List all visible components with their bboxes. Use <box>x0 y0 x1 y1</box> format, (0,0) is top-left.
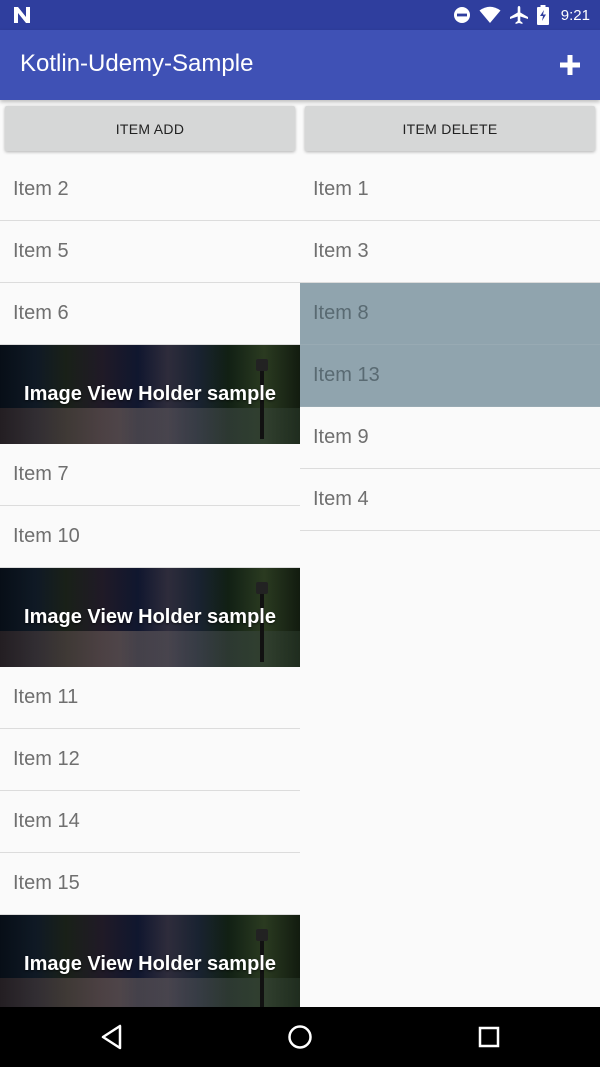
item-add-button[interactable]: ITEM ADD <box>5 106 295 151</box>
plus-icon[interactable] <box>556 51 584 79</box>
right-list: Item 1 Item 3 Item 8 Item 13 Item 9 Item… <box>300 159 600 531</box>
battery-icon <box>536 5 549 25</box>
left-list: Item 2 Item 5 Item 6 Image View Holder s… <box>0 159 300 1014</box>
item-delete-button[interactable]: ITEM DELETE <box>305 106 595 151</box>
image-holder-caption: Image View Holder sample <box>24 606 276 628</box>
list-item[interactable]: Item 12 <box>0 729 300 791</box>
list-item[interactable]: Item 2 <box>0 159 300 221</box>
status-time: 9:21 <box>560 6 590 24</box>
image-holder-caption: Image View Holder sample <box>24 383 276 405</box>
airplane-icon <box>509 6 528 24</box>
status-bar: 9:21 <box>0 0 600 30</box>
home-icon[interactable] <box>285 1022 315 1052</box>
back-icon[interactable] <box>98 1022 128 1052</box>
do-not-disturb-icon <box>453 7 470 23</box>
list-item[interactable]: Item 14 <box>0 791 300 853</box>
n-logo-icon <box>14 7 30 23</box>
list-item[interactable]: Item 6 <box>0 283 300 345</box>
app-title: Kotlin-Udemy-Sample <box>20 50 254 77</box>
list-item[interactable]: Item 11 <box>0 667 300 729</box>
image-view-holder[interactable]: Image View Holder sample <box>0 568 300 667</box>
app-bar: Kotlin-Udemy-Sample <box>0 30 600 100</box>
image-holder-caption: Image View Holder sample <box>24 953 276 975</box>
list-item[interactable]: Item 3 <box>300 221 600 283</box>
wifi-icon <box>479 6 501 23</box>
list-item-selected[interactable]: Item 8 <box>300 283 600 345</box>
list-item[interactable]: Item 4 <box>300 469 600 531</box>
list-item[interactable]: Item 1 <box>300 159 600 221</box>
image-view-holder[interactable]: Image View Holder sample <box>0 345 300 444</box>
list-item[interactable]: Item 7 <box>0 444 300 506</box>
navigation-bar <box>0 1007 600 1067</box>
list-item[interactable]: Item 5 <box>0 221 300 283</box>
image-view-holder[interactable]: Image View Holder sample <box>0 915 300 1014</box>
list-item-selected[interactable]: Item 13 <box>300 345 600 407</box>
list-item[interactable]: Item 15 <box>0 853 300 915</box>
list-item[interactable]: Item 9 <box>300 407 600 469</box>
recents-icon[interactable] <box>474 1022 504 1052</box>
list-item[interactable]: Item 10 <box>0 506 300 568</box>
